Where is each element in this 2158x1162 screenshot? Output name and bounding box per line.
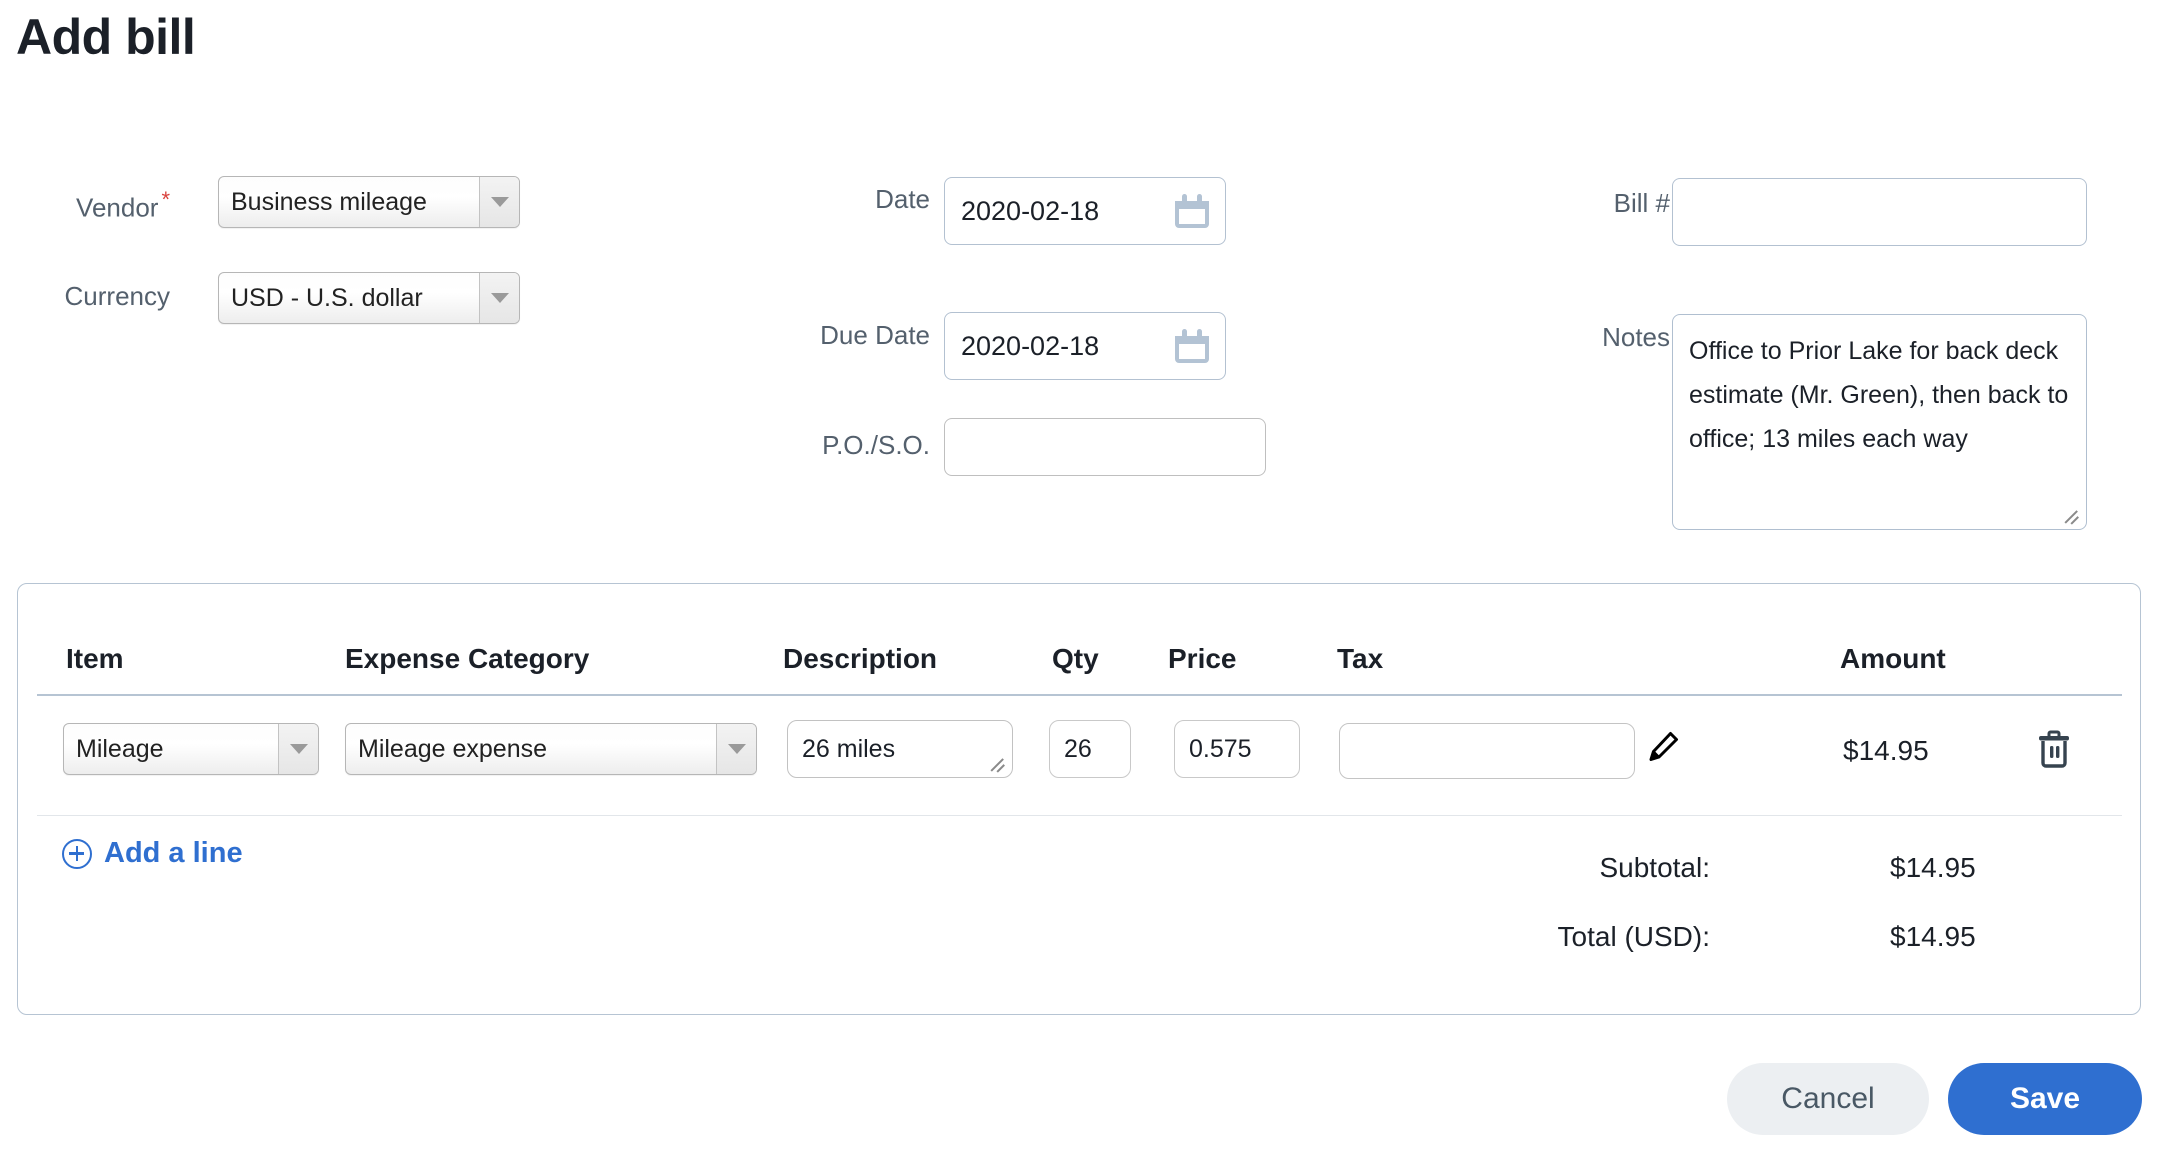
calendar-icon[interactable] — [1175, 329, 1209, 363]
row-amount-value: $14.95 — [1843, 735, 1929, 766]
date-label: Date — [875, 184, 930, 214]
due-date-input-value: 2020-02-18 — [961, 330, 1100, 361]
column-header-tax: Tax — [1337, 643, 1384, 674]
total-label: Total (USD): — [1557, 921, 1710, 952]
row-qty-value: 26 — [1064, 734, 1092, 763]
due-date-label: Due Date — [820, 320, 930, 350]
save-button[interactable]: Save — [1948, 1063, 2142, 1135]
chevron-down-icon — [716, 724, 756, 774]
bill-number-input[interactable] — [1672, 178, 2087, 246]
po-so-label: P.O./S.O. — [822, 430, 930, 460]
column-header-description: Description — [783, 643, 938, 674]
subtotal-value: $14.95 — [1890, 852, 1976, 883]
column-header-expense-category: Expense Category — [345, 643, 590, 674]
row-divider — [37, 815, 2122, 816]
column-header-qty: Qty — [1052, 643, 1099, 674]
notes-label: Notes — [1602, 322, 1670, 352]
add-a-line-button[interactable]: Add a line — [62, 837, 243, 870]
chevron-down-icon — [479, 177, 519, 227]
subtotal-label: Subtotal: — [1599, 852, 1710, 883]
calendar-icon[interactable] — [1175, 194, 1209, 228]
row-tax-input[interactable] — [1339, 723, 1635, 779]
due-date-input[interactable]: 2020-02-18 — [944, 312, 1226, 380]
cancel-button[interactable]: Cancel — [1727, 1063, 1929, 1135]
row-price-input[interactable]: 0.575 — [1174, 720, 1300, 778]
row-description-textarea[interactable]: 26 miles — [787, 720, 1013, 778]
header-divider — [37, 694, 2122, 696]
notes-textarea[interactable]: Office to Prior Lake for back deck estim… — [1672, 314, 2087, 530]
edit-pencil-icon[interactable] — [1645, 729, 1681, 765]
bill-number-label: Bill # — [1613, 188, 1670, 218]
column-header-price: Price — [1168, 643, 1237, 674]
page-title: Add bill — [16, 9, 196, 65]
add-bill-page: Add bill Vendor * Business mileage Curren… — [0, 0, 2158, 1162]
resize-handle-icon[interactable] — [990, 756, 1008, 774]
vendor-select-value: Business mileage — [231, 187, 427, 216]
date-input-value: 2020-02-18 — [961, 195, 1100, 226]
po-so-input[interactable] — [944, 418, 1266, 476]
row-price-value: 0.575 — [1189, 734, 1252, 763]
row-expense-category-select-value: Mileage expense — [358, 734, 548, 763]
row-item-select[interactable]: Mileage — [63, 723, 319, 775]
date-input[interactable]: 2020-02-18 — [944, 177, 1226, 245]
currency-select[interactable]: USD - U.S. dollar — [218, 272, 520, 324]
chevron-down-icon — [278, 724, 318, 774]
row-qty-input[interactable]: 26 — [1049, 720, 1131, 778]
plus-circle-icon — [62, 838, 92, 869]
row-item-select-value: Mileage — [76, 734, 164, 763]
vendor-label-text: Vendor — [76, 192, 159, 223]
add-a-line-label: Add a line — [104, 837, 243, 869]
vendor-label: Vendor * — [40, 185, 170, 223]
delete-row-trash-icon[interactable] — [2037, 730, 2071, 768]
vendor-select[interactable]: Business mileage — [218, 176, 520, 228]
row-expense-category-select[interactable]: Mileage expense — [345, 723, 757, 775]
total-value: $14.95 — [1890, 921, 1976, 952]
column-header-item: Item — [66, 643, 124, 674]
currency-select-value: USD - U.S. dollar — [231, 283, 423, 312]
notes-textarea-value: Office to Prior Lake for back deck estim… — [1689, 337, 2069, 453]
vendor-required-marker: * — [161, 187, 170, 212]
column-header-amount: Amount — [1840, 643, 1946, 674]
row-description-value: 26 miles — [802, 735, 896, 763]
currency-label: Currency — [64, 281, 170, 311]
resize-handle-icon[interactable] — [2064, 508, 2082, 526]
chevron-down-icon — [479, 273, 519, 323]
